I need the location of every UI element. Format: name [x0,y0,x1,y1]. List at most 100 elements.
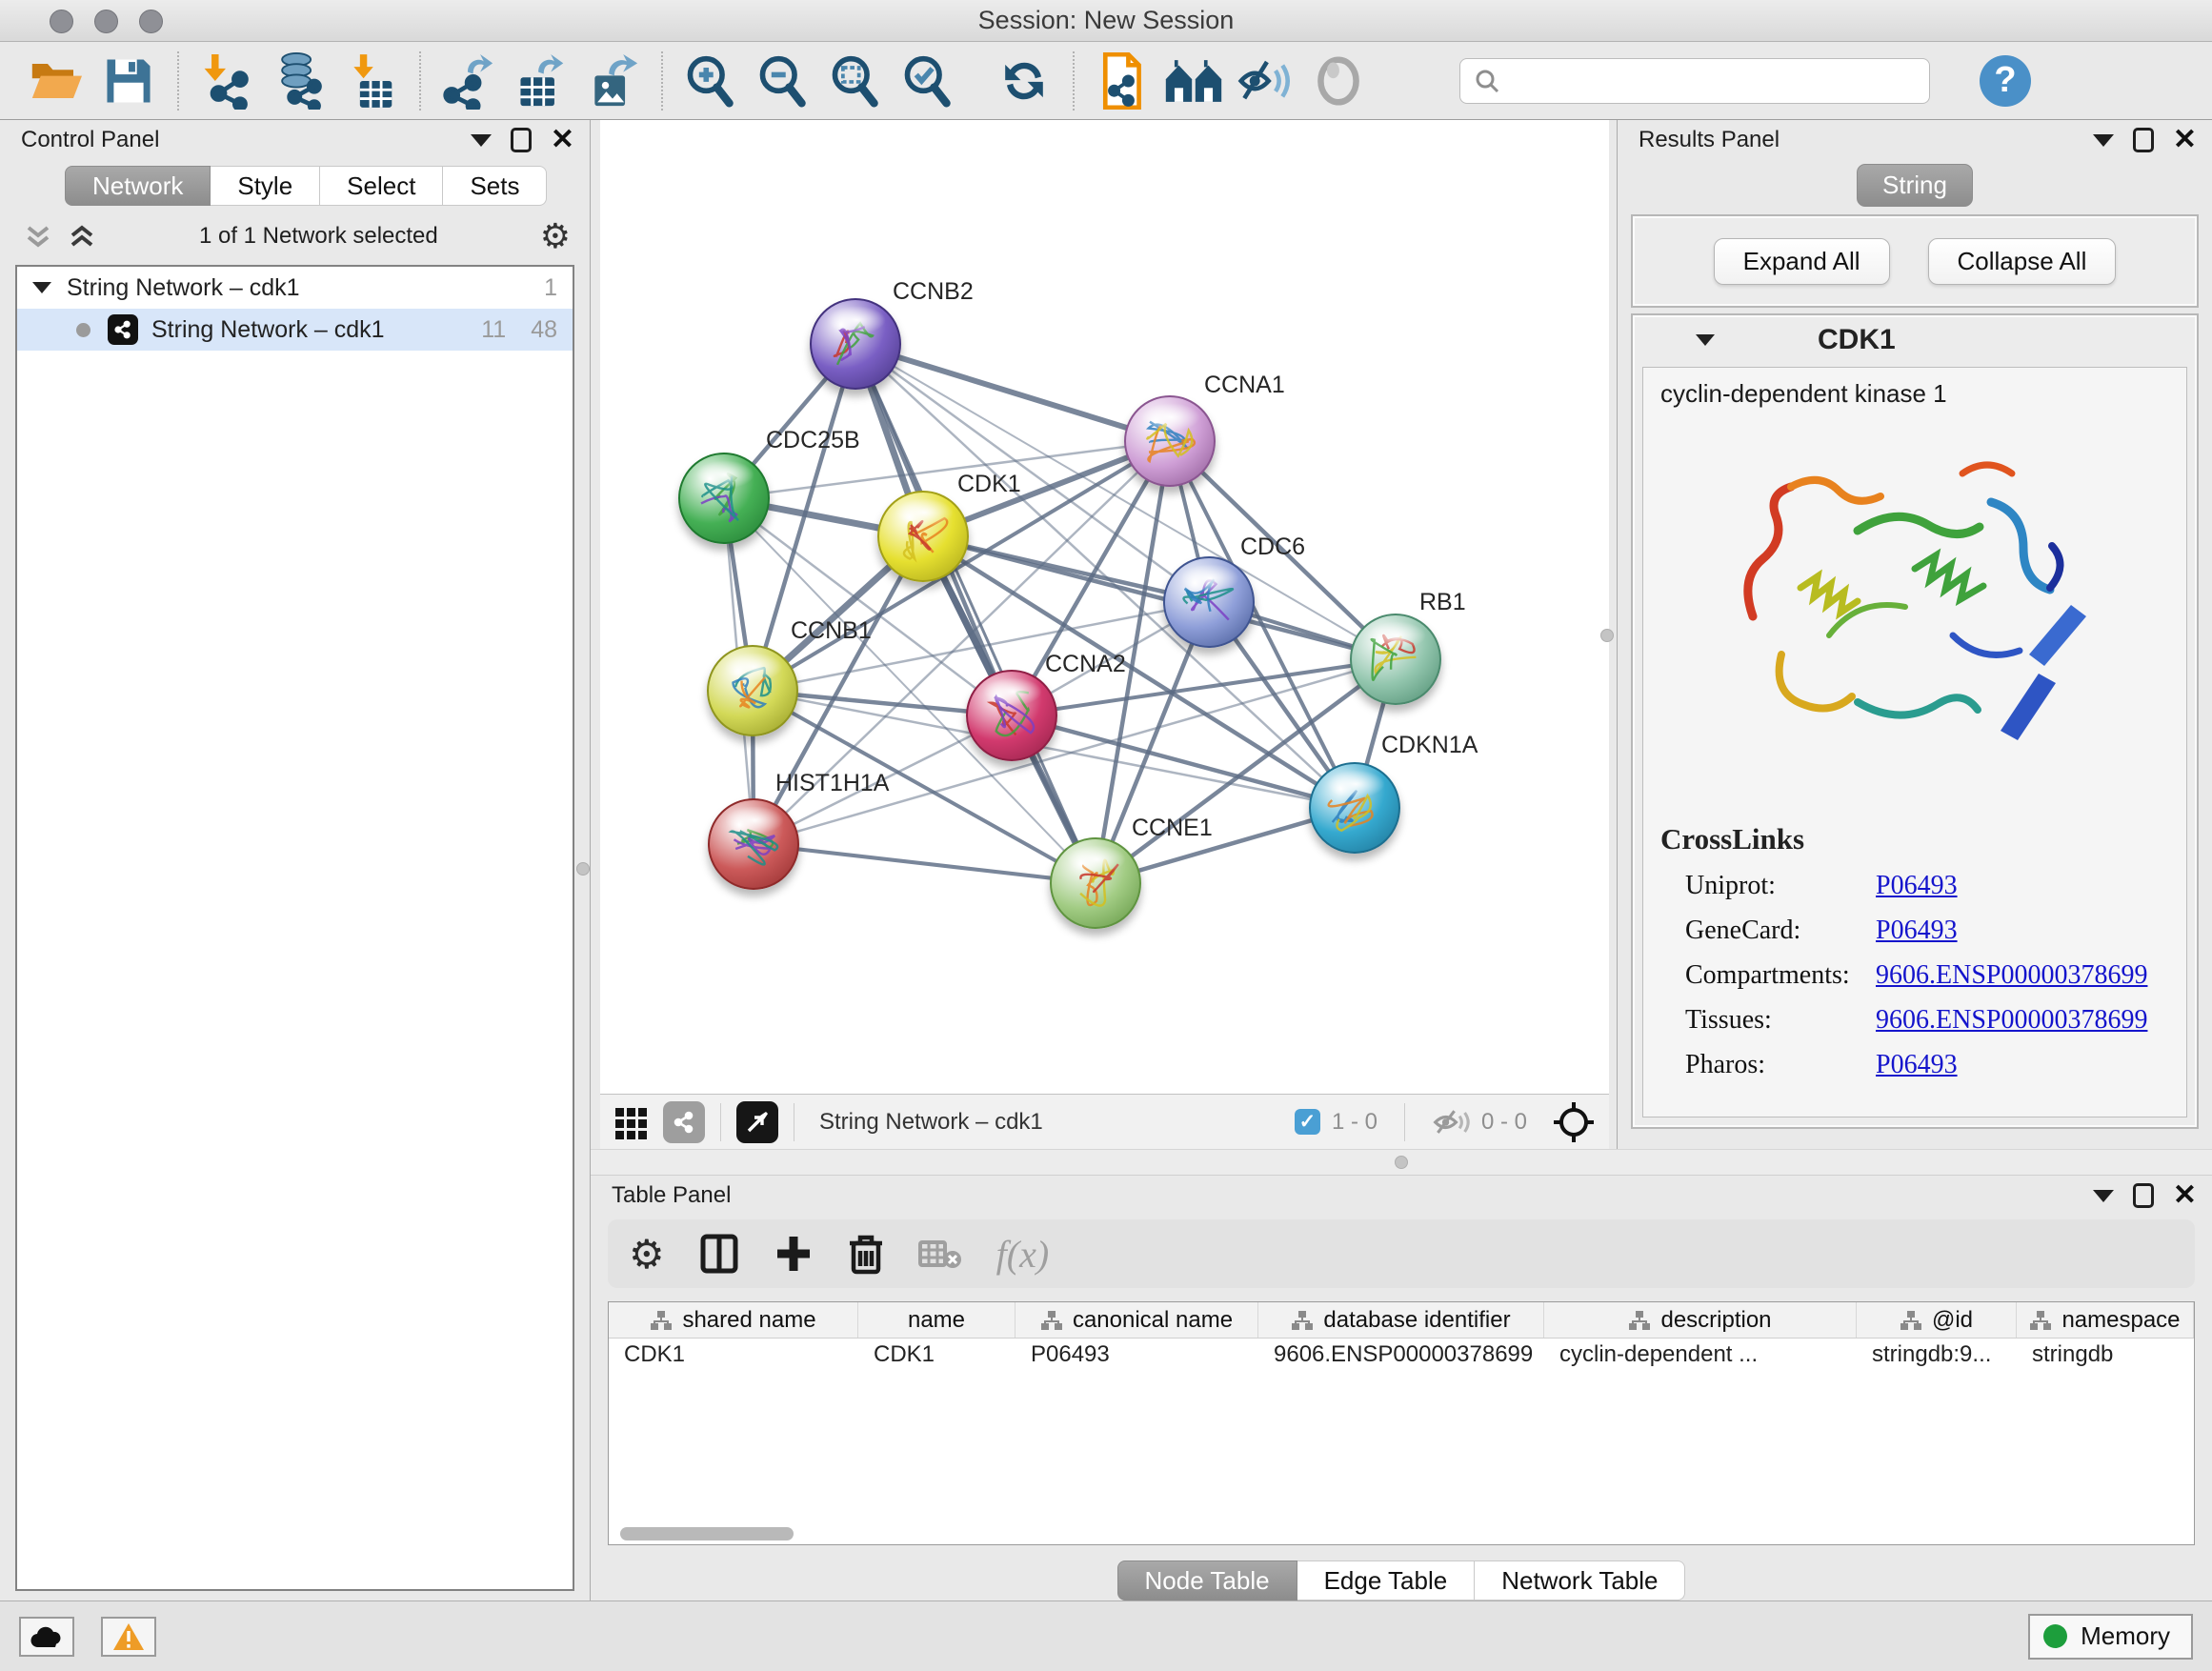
cloud-button[interactable] [19,1617,74,1657]
left-splitter-handle[interactable] [576,862,590,876]
table-cell[interactable]: CDK1 [609,1339,858,1373]
tab-network[interactable]: Network [65,166,211,206]
tab-string[interactable]: String [1857,164,1973,207]
export-image-button[interactable] [583,50,642,111]
selected-checkbox[interactable]: ✓ [1295,1109,1320,1135]
table-cell[interactable]: P06493 [1016,1339,1258,1373]
add-column-icon[interactable] [774,1233,814,1275]
birdseye-icon[interactable] [736,1101,778,1143]
protein-section-header[interactable]: CDK1 [1633,315,2197,365]
export-network-button[interactable] [438,50,497,111]
float-panel-icon[interactable] [511,128,532,152]
collapse-panel-icon[interactable] [471,134,492,147]
show-graphics-details-button[interactable] [1309,50,1368,111]
import-network-from-database-button[interactable] [269,50,328,111]
gear-icon[interactable]: ⚙ [629,1231,665,1278]
float-panel-icon[interactable] [2133,128,2154,152]
network-node-ccnb2[interactable] [810,298,901,390]
warnings-button[interactable] [101,1617,156,1657]
network-options-gear-icon[interactable]: ⚙ [540,219,571,253]
table-cell[interactable]: stringdb:9... [1857,1339,2017,1373]
network-node-rb1[interactable] [1350,614,1441,705]
split-columns-icon[interactable] [699,1233,739,1275]
help-button[interactable]: ? [1980,55,2031,107]
column-header--id[interactable]: @id [1857,1302,2017,1338]
close-panel-icon[interactable]: ✕ [2173,126,2197,154]
network-node-ccna2[interactable] [966,670,1057,761]
column-header-database-identifier[interactable]: database identifier [1258,1302,1544,1338]
crosslink-link[interactable]: P06493 [1876,1050,1958,1080]
refresh-button[interactable] [995,50,1054,111]
network-node-hist1h1a[interactable] [708,798,799,890]
expand-all-button[interactable]: Expand All [1714,238,1890,285]
collection-expand-icon[interactable] [32,282,51,293]
zoom-window-button[interactable] [139,10,163,33]
tab-style[interactable]: Style [211,166,320,206]
table-cell[interactable]: cyclin-dependent ... [1544,1339,1857,1373]
column-header-description[interactable]: description [1544,1302,1857,1338]
save-session-button[interactable] [99,50,158,111]
expand-all-icon[interactable] [67,222,97,251]
network-edge[interactable] [855,344,1096,883]
zoom-fit-button[interactable] [825,50,884,111]
column-header-shared-name[interactable]: shared name [609,1302,858,1338]
crosslink-link[interactable]: P06493 [1876,916,1958,946]
navigator-crosshair-icon[interactable] [1552,1100,1596,1144]
tab-sets[interactable]: Sets [443,166,547,206]
hide-graphics-details-button[interactable] [1237,50,1296,111]
crosslink-link[interactable]: P06493 [1876,871,1958,901]
clear-table-icon[interactable] [918,1237,962,1271]
zoom-selected-button[interactable] [897,50,956,111]
zoom-in-button[interactable] [680,50,739,111]
memory-button[interactable]: Memory [2028,1614,2193,1660]
crosslink-link[interactable]: 9606.ENSP00000378699 [1876,1005,2147,1036]
network-collection-row[interactable]: String Network – cdk1 1 [17,267,573,309]
table-cell[interactable]: 9606.ENSP00000378699 [1258,1339,1544,1373]
network-canvas[interactable]: CCNB2CCNA1CDC25BCDK1CDC6RB1CCNB1CCNA2CDK… [600,120,1609,1094]
network-edge[interactable] [923,536,1396,659]
right-splitter-handle[interactable] [1600,629,1614,642]
toolbar-search[interactable] [1459,58,1930,104]
float-panel-icon[interactable] [2133,1183,2154,1208]
collapse-panel-icon[interactable] [2093,1190,2114,1202]
window-traffic-lights[interactable] [50,10,163,33]
close-panel-icon[interactable]: ✕ [551,126,574,154]
column-header-canonical-name[interactable]: canonical name [1016,1302,1258,1338]
home-button[interactable] [1164,50,1223,111]
tab-edge-table[interactable]: Edge Table [1297,1560,1476,1601]
tab-select[interactable]: Select [320,166,443,206]
import-network-from-file-button[interactable] [196,50,255,111]
crosslink-link[interactable]: 9606.ENSP00000378699 [1876,960,2147,991]
table-cell[interactable]: CDK1 [858,1339,1016,1373]
import-table-from-file-button[interactable] [341,50,400,111]
minimize-window-button[interactable] [94,10,118,33]
collapse-all-button[interactable]: Collapse All [1928,238,2117,285]
column-header-name[interactable]: name [858,1302,1016,1338]
table-cell[interactable]: stringdb [2017,1339,2194,1373]
network-node-ccnb1[interactable] [707,645,798,736]
export-table-button[interactable] [511,50,570,111]
network-node-cdk1[interactable] [877,491,969,582]
grid-view-icon[interactable] [613,1104,650,1140]
share-file-button[interactable] [1092,50,1151,111]
collapse-panel-icon[interactable] [2093,134,2114,147]
scrollbar-thumb[interactable] [620,1527,794,1540]
table-row[interactable]: CDK1CDK1P064939606.ENSP00000378699cyclin… [609,1339,2194,1373]
tab-node-table[interactable]: Node Table [1117,1560,1297,1601]
section-expand-icon[interactable] [1696,334,1715,346]
network-node-ccne1[interactable] [1050,837,1141,929]
close-panel-icon[interactable]: ✕ [2173,1181,2197,1210]
share-view-icon[interactable] [663,1101,705,1143]
collapse-all-icon[interactable] [23,222,53,251]
network-edge[interactable] [754,844,1096,883]
network-node-cdc25b[interactable] [678,453,770,544]
network-node-cdc6[interactable] [1163,556,1255,648]
close-window-button[interactable] [50,10,73,33]
network-edge[interactable] [855,344,1170,441]
zoom-out-button[interactable] [753,50,812,111]
hidden-eye-icon[interactable] [1432,1106,1470,1138]
function-builder-icon[interactable]: f(x) [996,1232,1050,1277]
tab-network-table[interactable]: Network Table [1475,1560,1685,1601]
table-horizontal-scrollbar[interactable] [609,1523,2194,1544]
network-row[interactable]: String Network – cdk1 11 48 [17,309,573,351]
